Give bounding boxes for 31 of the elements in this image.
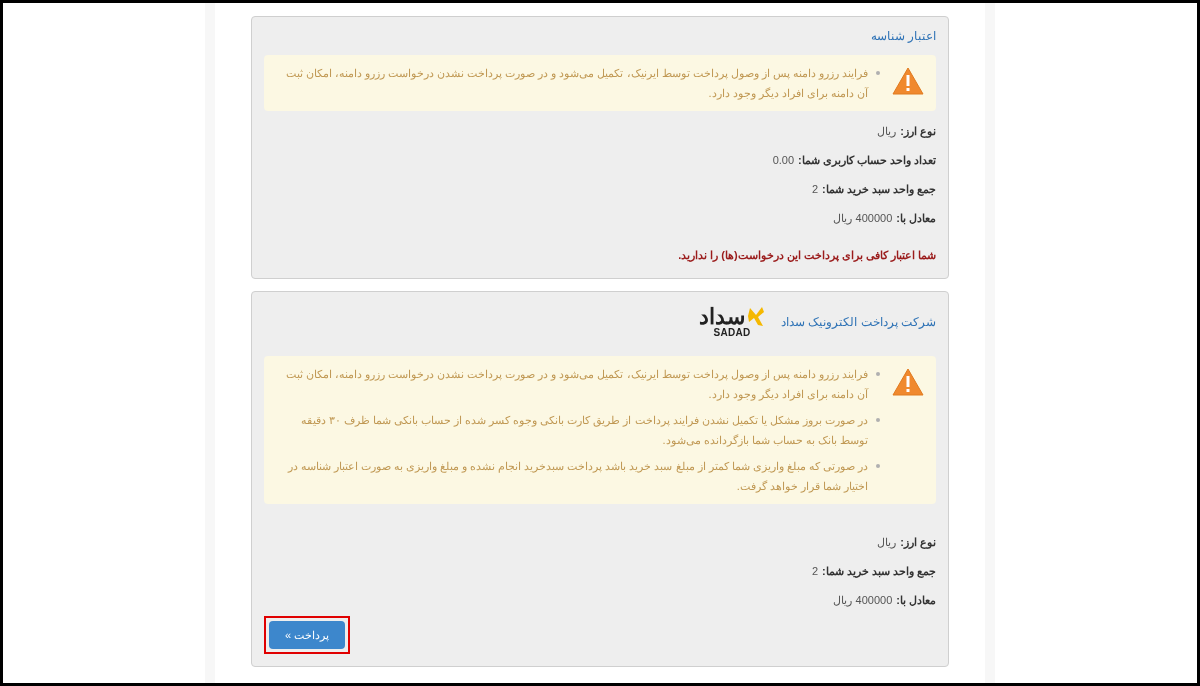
notice-text: فرایند رزرو دامنه پس از وصول پرداخت توسط ایرنیک، تکمیل می‌شود و در صورت پرداخت نشدن درخواست رزرو دامنه، امکان ثبت آن دامنه برای افراد دیگر وجود دارد. — [284, 66, 868, 102]
notice-text: فرایند رزرو دامنه پس از وصول پرداخت توسط ایرنیک، تکمیل می‌شود و در صورت پرداخت نشدن درخواست رزرو دامنه، امکان ثبت آن دامنه برای افراد دیگر وجود دارد. — [284, 367, 868, 403]
field-value: 2 — [812, 181, 819, 197]
field-value: ریال — [877, 123, 897, 140]
card-title: اعتبار شناسه — [870, 28, 936, 45]
bullet-icon — [876, 372, 880, 376]
field-label: نوع ارز: — [900, 534, 936, 551]
card-title: شرکت پرداخت الکترونیک سداد — [781, 314, 936, 331]
logo-word: سداد — [699, 306, 745, 328]
pay-button[interactable]: پرداخت » — [269, 621, 346, 649]
field-label: تعداد واحد حساب کاربری شما: — [798, 152, 936, 169]
field-value: 400000 ریال — [833, 210, 893, 227]
field-value: 2 — [812, 563, 819, 579]
field-value: 0.00 — [772, 152, 795, 168]
bullet-icon — [876, 71, 880, 75]
field-label: نوع ارز: — [900, 123, 936, 140]
field-label: معادل با: — [896, 210, 936, 227]
notice-text: در صورت بروز مشکل یا تکمیل نشدن فرایند پرداخت از طریق کارت بانکی وجوه کسر شده از حساب بانکی شما ظرف ۳۰ دقیقه توسط بانک به حساب شما بازگردانده می‌شود. — [299, 413, 868, 449]
logo-latin: SADAD — [713, 328, 751, 338]
error-message: شما اعتبار کافی برای پرداخت این درخواست(ها) را ندارید. — [678, 249, 936, 261]
field-label: معادل با: — [896, 592, 936, 609]
notice-text: در صورتی که مبلغ واریزی شما کمتر از مبلغ سبد خرید باشد پرداخت سبدخرید انجام نشده و مبلغ واریزی به صورت اعتبار شناسه در اختیار شما قرار خواهد گرفت. — [286, 459, 868, 495]
bullet-icon — [876, 464, 880, 468]
field-value: 400000 ریال — [833, 592, 893, 609]
bullet-icon — [876, 418, 880, 422]
warning-icon — [892, 368, 924, 396]
field-value: ریال — [877, 534, 897, 551]
ribbon-icon — [747, 306, 765, 328]
field-label: جمع واحد سبد خرید شما: — [822, 563, 936, 580]
warning-icon — [892, 67, 924, 95]
field-label: جمع واحد سبد خرید شما: — [822, 181, 936, 198]
